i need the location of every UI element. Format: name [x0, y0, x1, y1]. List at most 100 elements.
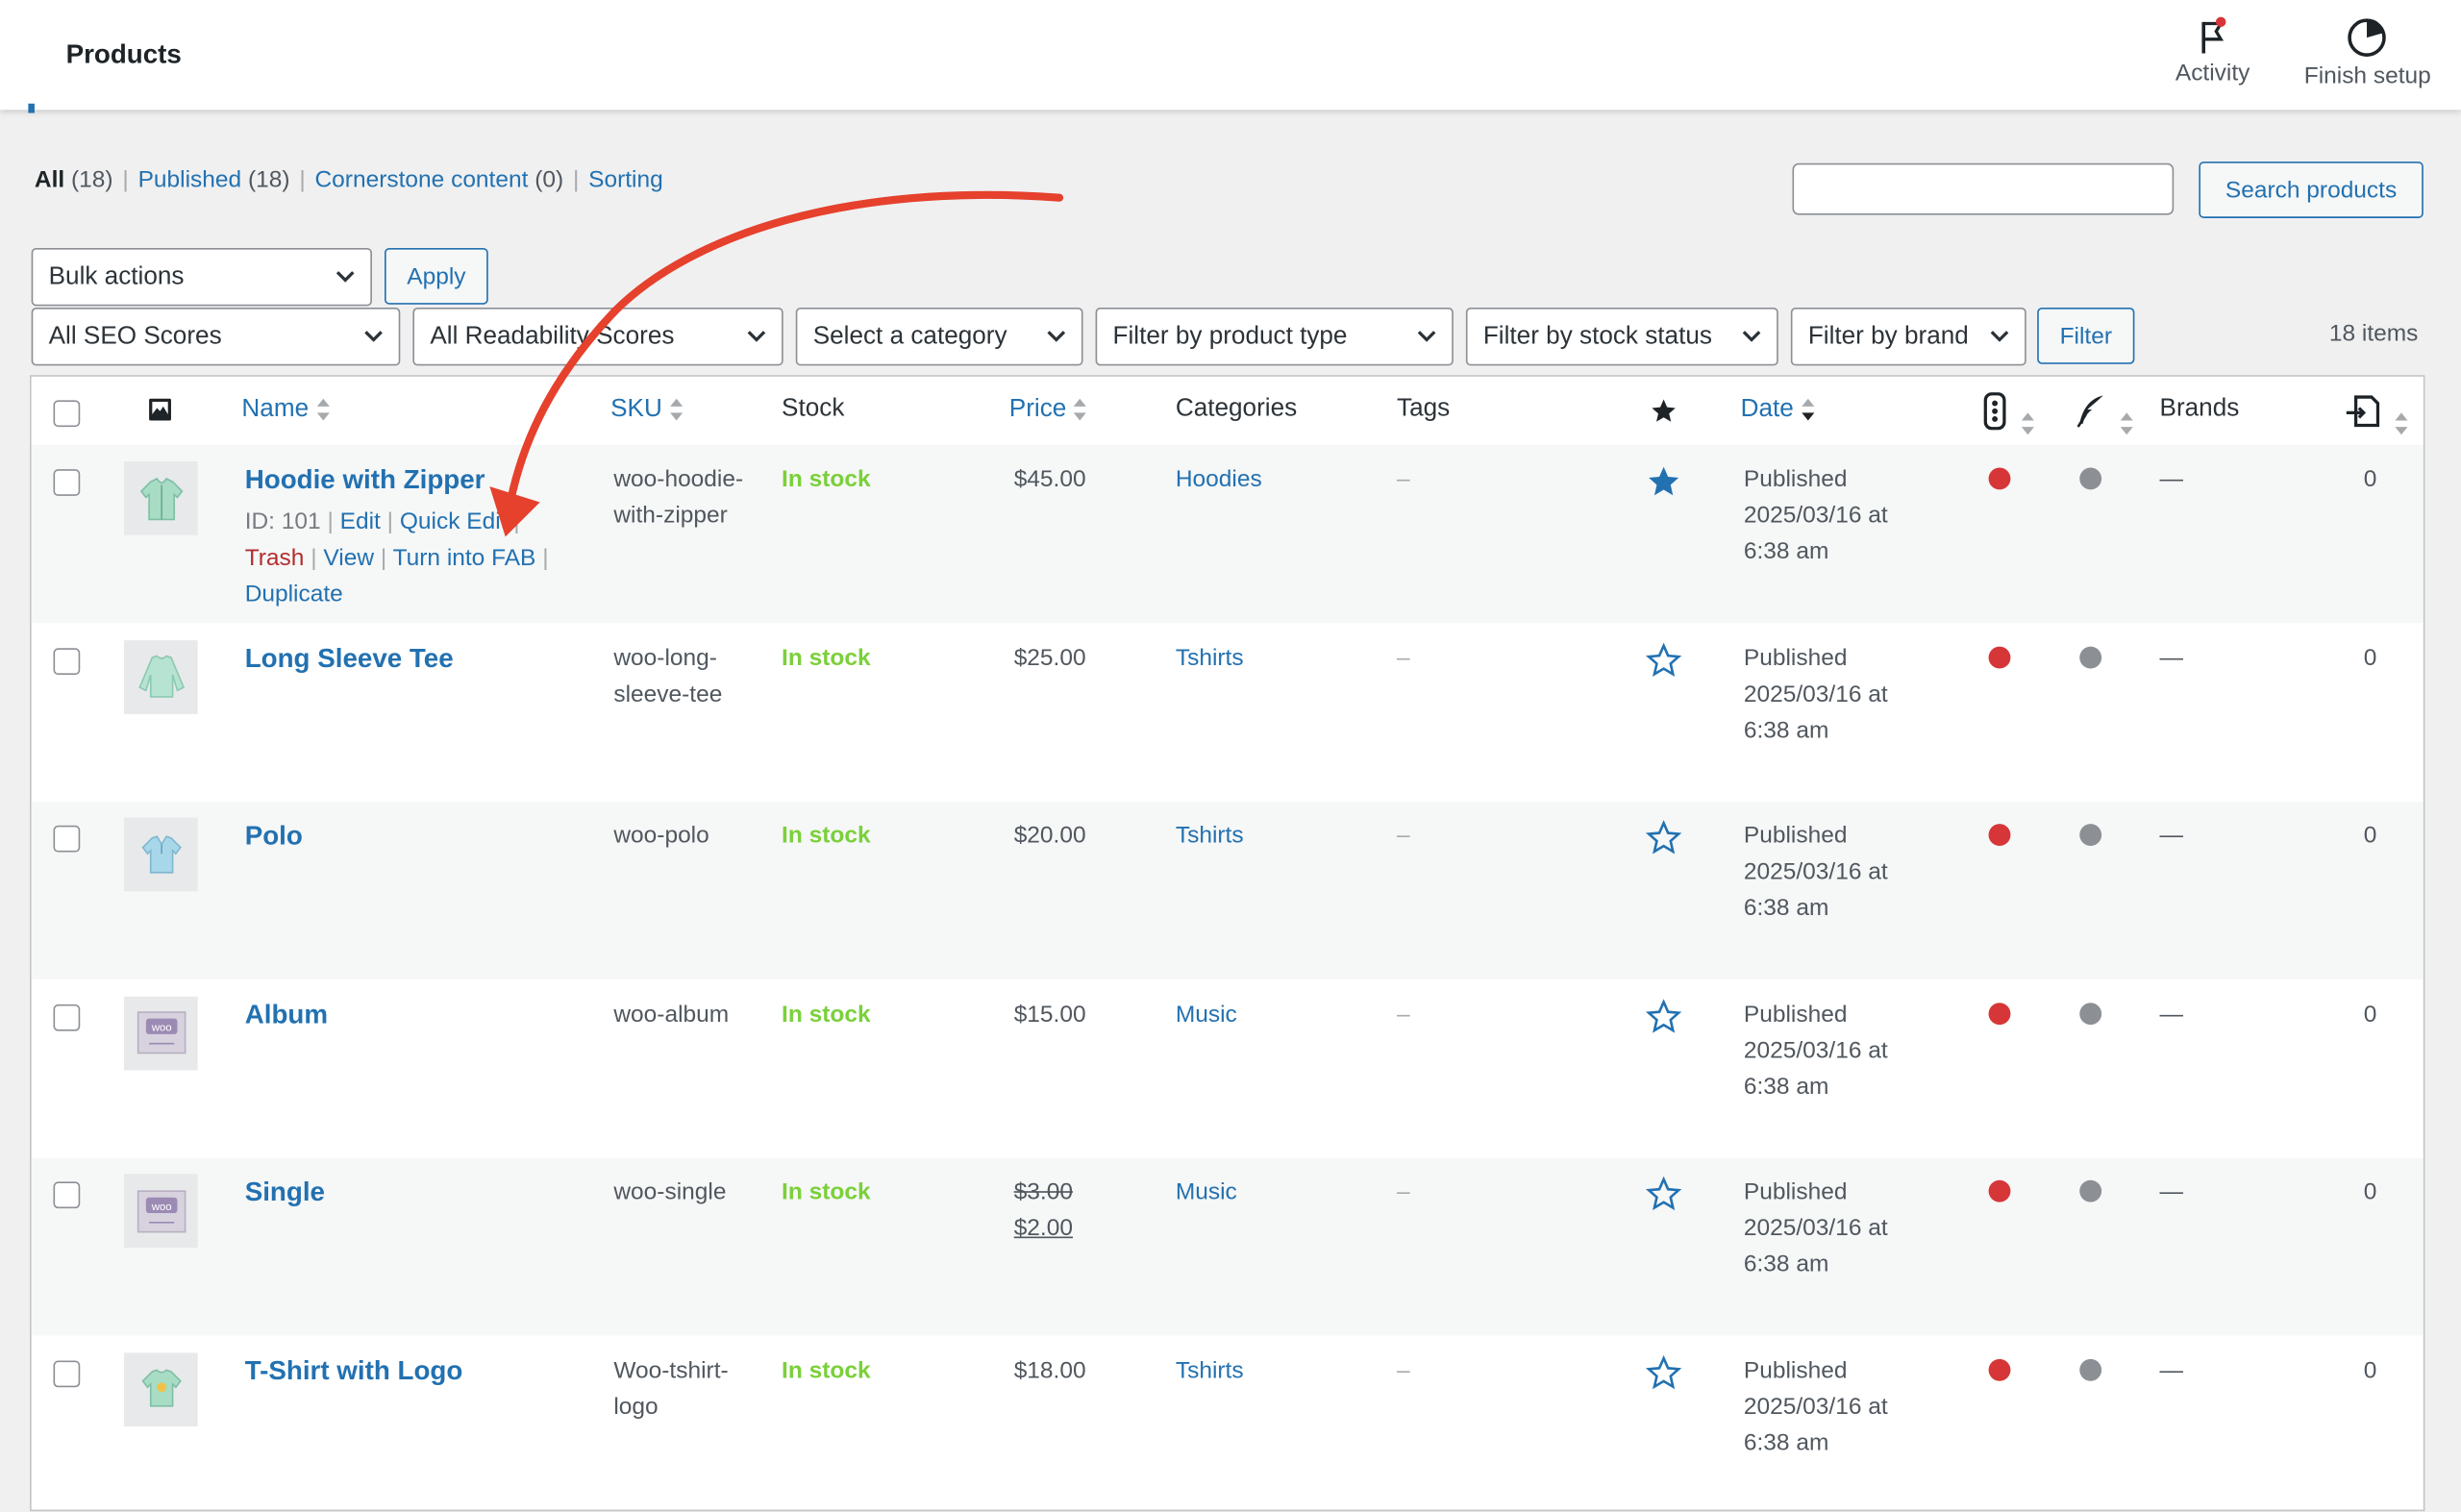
- category-link[interactable]: Tshirts: [1176, 1352, 1244, 1389]
- product-name-link[interactable]: Hoodie with Zipper: [245, 464, 485, 494]
- chevron-down-icon: [364, 331, 383, 342]
- tags: –: [1397, 465, 1410, 493]
- featured-star-outline-icon[interactable]: [1645, 641, 1682, 686]
- product-name-cell: Album: [245, 996, 590, 1033]
- row-checkbox[interactable]: [53, 469, 81, 496]
- apply-button[interactable]: Apply: [384, 247, 488, 305]
- row-checkbox[interactable]: [53, 647, 81, 675]
- category-link[interactable]: Hoodies: [1176, 461, 1262, 498]
- product-thumbnail[interactable]: woo: [123, 1174, 198, 1248]
- product-name-link[interactable]: T-Shirt with Logo: [245, 1355, 463, 1385]
- row-checkbox[interactable]: [53, 1004, 81, 1030]
- col-stock: Stock: [782, 395, 845, 423]
- view-cornerstone[interactable]: Cornerstone content: [314, 166, 528, 193]
- search-products-button[interactable]: Search products: [2199, 161, 2424, 218]
- featured-star-outline-icon[interactable]: [1645, 998, 1682, 1043]
- category-link[interactable]: Music: [1176, 996, 1237, 1032]
- date-status: Published: [1743, 822, 1848, 850]
- bulk-actions-select[interactable]: Bulk actions: [31, 247, 372, 307]
- view-link[interactable]: View: [323, 545, 374, 572]
- row-actions: ID: 101 | Edit | Quick Edit | Trash | Vie…: [244, 508, 549, 607]
- col-readability[interactable]: [2075, 392, 2135, 437]
- featured-star-icon[interactable]: [1650, 397, 1678, 425]
- regular-price: $3.00: [1013, 1178, 1073, 1205]
- view-sorting[interactable]: Sorting: [588, 166, 663, 193]
- date-time: 6:38 am: [1743, 894, 1829, 922]
- seo-score-select[interactable]: All SEO Scores: [31, 307, 401, 366]
- featured-star-outline-icon[interactable]: [1645, 1353, 1682, 1399]
- incoming-links-count: 0: [2363, 1000, 2377, 1028]
- top-bar: Products Activity Finish setup: [0, 0, 2461, 111]
- product-name-link[interactable]: Long Sleeve Tee: [245, 643, 454, 673]
- select-all-checkbox[interactable]: [53, 400, 81, 428]
- search-input[interactable]: [1792, 162, 2175, 215]
- table-header: Name SKU Stock Price Categories Tags Dat…: [31, 376, 2424, 448]
- product-name-link[interactable]: Album: [245, 999, 328, 1029]
- date-status: Published: [1743, 644, 1848, 671]
- col-date-label: Date: [1740, 395, 1794, 423]
- product-thumbnail[interactable]: woo: [123, 995, 198, 1070]
- product-thumbnail[interactable]: [123, 460, 198, 535]
- col-price[interactable]: Price: [1009, 395, 1088, 424]
- row-checkbox[interactable]: [53, 1181, 81, 1209]
- sort-icon: [669, 398, 684, 421]
- col-categories: Categories: [1175, 395, 1298, 423]
- date-time: 6:38 am: [1743, 1428, 1829, 1456]
- filter-button[interactable]: Filter: [2037, 307, 2135, 364]
- incoming-links-count: 0: [2363, 1356, 2377, 1384]
- product-thumbnail[interactable]: [123, 1351, 198, 1426]
- trash-link[interactable]: Trash: [245, 545, 305, 572]
- price: $25.00: [1013, 644, 1086, 671]
- table-row: woo Single woo-single In stock $3.00 $2.00 Mus…: [31, 1157, 2424, 1336]
- date-status: Published: [1743, 465, 1848, 493]
- category-link[interactable]: Music: [1176, 1174, 1237, 1210]
- col-date[interactable]: Date: [1741, 395, 1816, 424]
- stock-status: In stock: [782, 822, 871, 850]
- price-cell: $25.00: [1014, 639, 1086, 676]
- category-link[interactable]: Tshirts: [1176, 818, 1244, 855]
- row-checkbox[interactable]: [53, 825, 81, 853]
- incoming-links-count: 0: [2363, 822, 2377, 850]
- row-id: ID: 101: [244, 508, 321, 535]
- incoming-links-icon: [2346, 395, 2380, 428]
- view-links: All (18) | Published (18) | Cornerstone cont…: [34, 166, 663, 193]
- col-name[interactable]: Name: [241, 395, 331, 424]
- product-type-select[interactable]: Filter by product type: [1095, 307, 1454, 366]
- featured-star-filled-icon[interactable]: [1645, 463, 1682, 508]
- edit-link[interactable]: Edit: [340, 508, 381, 535]
- chevron-down-icon: [336, 271, 355, 283]
- row-checkbox[interactable]: [53, 1359, 81, 1387]
- view-published[interactable]: Published: [138, 166, 242, 193]
- col-sku-label: SKU: [610, 395, 662, 423]
- table-row: Long Sleeve Tee woo-long-sleeve-tee In sto…: [32, 624, 2424, 801]
- readability-select[interactable]: All Readability Scores: [412, 307, 783, 366]
- seo-score-dot: [1988, 1002, 2011, 1025]
- product-thumbnail[interactable]: [123, 817, 198, 892]
- featured-star-outline-icon[interactable]: [1645, 1176, 1682, 1221]
- activity-button[interactable]: Activity: [2175, 15, 2250, 87]
- product-name-link[interactable]: Single: [245, 1177, 325, 1206]
- col-sku[interactable]: SKU: [610, 395, 684, 424]
- product-name-link[interactable]: Polo: [245, 821, 303, 851]
- date-value: 2025/03/16 at: [1743, 1392, 1888, 1420]
- product-thumbnail[interactable]: [123, 639, 198, 714]
- quick-edit-link[interactable]: Quick Edit: [400, 508, 508, 535]
- duplicate-link[interactable]: Duplicate: [245, 581, 343, 607]
- price-cell: $20.00: [1014, 818, 1086, 855]
- stock-status-select[interactable]: Filter by stock status: [1465, 307, 1778, 366]
- brand-select[interactable]: Filter by brand: [1790, 307, 2026, 366]
- finish-setup-button[interactable]: Finish setup: [2304, 15, 2431, 89]
- col-links[interactable]: [2344, 392, 2410, 437]
- featured-star-outline-icon[interactable]: [1645, 819, 1682, 864]
- chevron-down-icon: [1417, 331, 1436, 342]
- category-select[interactable]: Select a category: [795, 307, 1083, 366]
- incoming-links-count: 0: [2363, 465, 2377, 493]
- turn-into-fab-link[interactable]: Turn into FAB: [393, 545, 536, 572]
- view-published-count: (18): [247, 166, 290, 193]
- col-seo[interactable]: [1982, 392, 2036, 437]
- view-all[interactable]: All: [35, 166, 64, 193]
- sku: woo-hoodie-with-zipper: [613, 465, 744, 530]
- category-link[interactable]: Tshirts: [1176, 639, 1244, 676]
- seo-score-dot: [1988, 1179, 2011, 1202]
- quill-icon: [2076, 395, 2103, 428]
